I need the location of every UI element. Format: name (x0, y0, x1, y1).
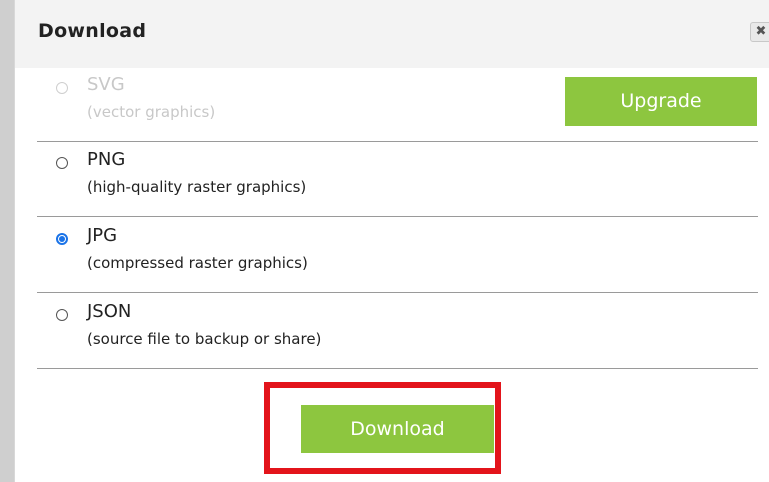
option-svg: SVG (vector graphics) Upgrade (37, 66, 758, 142)
close-button[interactable]: ✖ (750, 22, 769, 42)
option-png-desc[interactable]: (high-quality raster graphics) (87, 178, 306, 196)
background-edge (0, 0, 14, 482)
radio-json[interactable] (56, 309, 68, 321)
dialog-title-bar: Download ✖ (15, 0, 769, 68)
radio-svg (56, 82, 68, 94)
option-jpg-name[interactable]: JPG (87, 225, 117, 246)
upgrade-button[interactable]: Upgrade (565, 77, 757, 126)
option-png[interactable]: PNG (high-quality raster graphics) (37, 141, 758, 217)
download-dialog: Download ✖ SVG (vector graphics) Upgrade… (14, 0, 769, 482)
radio-jpg[interactable] (56, 233, 68, 245)
option-jpg[interactable]: JPG (compressed raster graphics) (37, 217, 758, 293)
download-button[interactable]: Download (301, 405, 494, 453)
option-jpg-desc[interactable]: (compressed raster graphics) (87, 254, 308, 272)
radio-png[interactable] (56, 157, 68, 169)
option-json[interactable]: JSON (source file to backup or share) (37, 293, 758, 369)
option-svg-name: SVG (87, 74, 125, 95)
page: Download ✖ SVG (vector graphics) Upgrade… (0, 0, 769, 482)
option-png-name[interactable]: PNG (87, 149, 125, 170)
option-svg-desc: (vector graphics) (87, 103, 216, 121)
option-json-desc[interactable]: (source file to backup or share) (87, 330, 321, 348)
dialog-title: Download (38, 20, 147, 42)
close-icon: ✖ (755, 24, 767, 39)
option-json-name[interactable]: JSON (87, 301, 131, 322)
